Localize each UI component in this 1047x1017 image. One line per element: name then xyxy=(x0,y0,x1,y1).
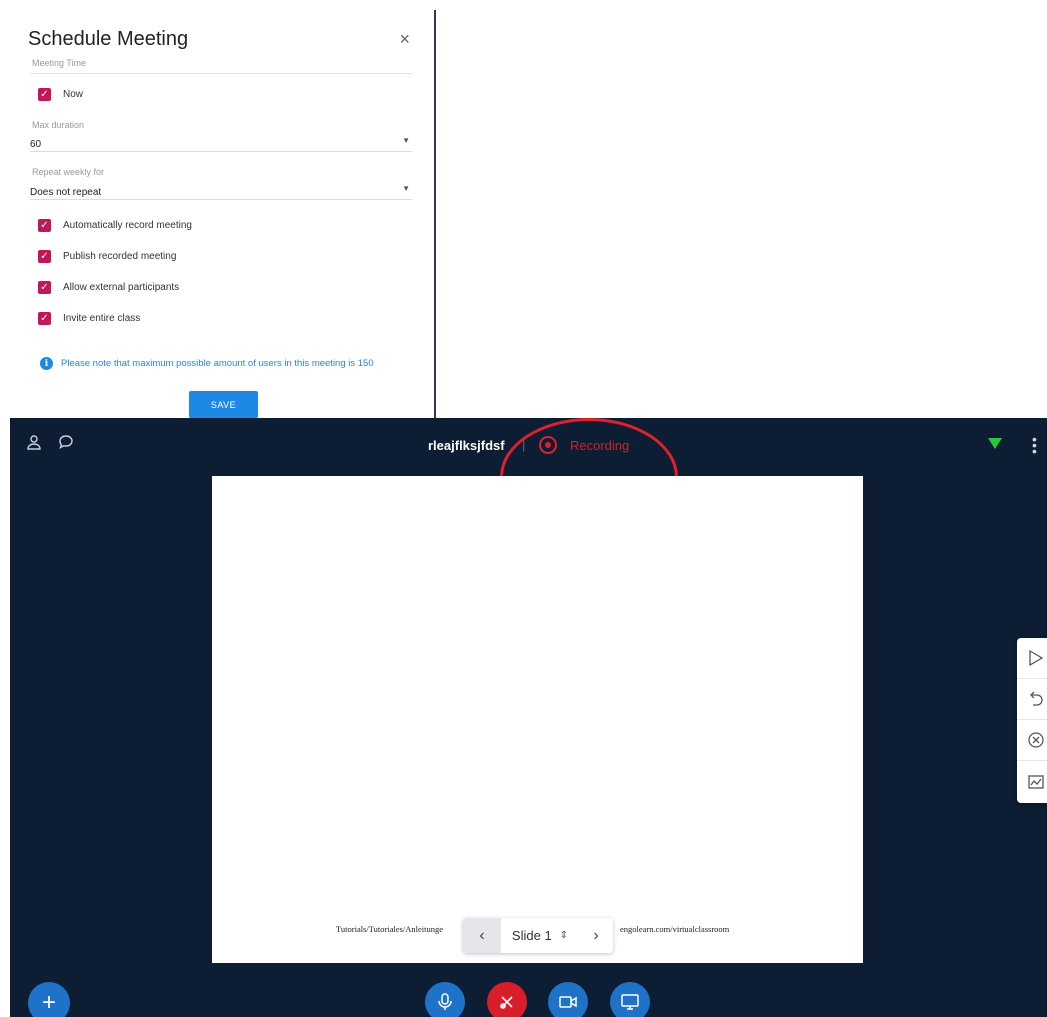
chevron-right-icon[interactable]: › xyxy=(579,927,613,945)
dialog-title: Schedule Meeting xyxy=(28,28,189,50)
info-note: i Please note that maximum possible amou… xyxy=(40,357,374,370)
clear-icon[interactable] xyxy=(1017,720,1047,761)
checkbox-checked-icon[interactable]: ✓ xyxy=(38,281,51,294)
updown-caret-icon: ⇕ xyxy=(559,930,569,941)
now-checkbox[interactable]: ✓ Now xyxy=(38,88,83,101)
save-button[interactable]: SAVE xyxy=(189,391,258,418)
option-label: Invite entire class xyxy=(63,313,141,324)
undo-icon[interactable] xyxy=(1017,679,1047,720)
signal-icon xyxy=(988,438,1002,449)
option-label: Publish recorded meeting xyxy=(63,251,177,262)
checkbox-checked-icon[interactable]: ✓ xyxy=(38,312,51,325)
checkbox-checked-icon[interactable]: ✓ xyxy=(38,88,51,101)
publish-recorded-checkbox[interactable]: ✓ Publish recorded meeting xyxy=(38,250,176,263)
slide-number: Slide 1 xyxy=(511,928,552,943)
option-label: Allow external participants xyxy=(63,282,180,293)
chat-icon[interactable] xyxy=(58,434,74,455)
caret-down-icon: ▼ xyxy=(402,136,410,145)
whiteboard-toolbar xyxy=(1017,638,1047,803)
slide-footer-text: Tutorials/Tutoriales/Anleitunge xyxy=(336,924,444,934)
more-vert-icon[interactable]: • • • xyxy=(1032,432,1037,458)
now-label: Now xyxy=(63,89,84,100)
screen-share-icon[interactable] xyxy=(610,982,650,1017)
caret-down-icon: ▼ xyxy=(402,184,410,193)
max-duration-label: Max duration xyxy=(32,120,85,130)
slide-select[interactable]: Slide 1 ⇕ xyxy=(501,928,579,943)
option-label: Automatically record meeting xyxy=(63,220,192,231)
add-icon[interactable]: + xyxy=(28,982,70,1017)
checkbox-checked-icon[interactable]: ✓ xyxy=(38,219,51,232)
repeat-label: Repeat weekly for xyxy=(32,167,105,177)
whiteboard-icon[interactable] xyxy=(1017,761,1047,802)
checkbox-checked-icon[interactable]: ✓ xyxy=(38,250,51,263)
max-duration-select[interactable]: 60 ▼ xyxy=(30,134,412,152)
meeting-title: rleajflksjfdsf xyxy=(428,438,505,453)
camera-icon[interactable] xyxy=(548,982,588,1017)
dialog-header: Schedule Meeting × xyxy=(28,28,412,58)
pointer-icon[interactable] xyxy=(1017,638,1047,679)
virtual-classroom: rleajflksjfdsf | Recording • • • Tutorials… xyxy=(10,418,1047,1017)
info-icon: i xyxy=(40,357,53,370)
auto-record-checkbox[interactable]: ✓ Automatically record meeting xyxy=(38,219,192,232)
divider xyxy=(30,73,412,74)
repeat-value: Does not repeat xyxy=(30,187,102,198)
slide-footer-text: engolearn.com/virtualclassroom xyxy=(620,924,730,934)
slide-navigation: ‹ Slide 1 ⇕ › xyxy=(463,918,613,953)
hangup-icon[interactable] xyxy=(487,982,527,1017)
invite-class-checkbox[interactable]: ✓ Invite entire class xyxy=(38,312,140,325)
close-icon[interactable]: × xyxy=(399,28,410,50)
repeat-select[interactable]: Does not repeat ▼ xyxy=(30,182,412,200)
chevron-left-icon[interactable]: ‹ xyxy=(463,918,501,953)
meeting-time-label: Meeting Time xyxy=(32,58,87,68)
user-icon[interactable] xyxy=(26,434,42,455)
mic-icon[interactable] xyxy=(425,982,465,1017)
info-text: Please note that maximum possible amount… xyxy=(61,358,374,369)
allow-external-checkbox[interactable]: ✓ Allow external participants xyxy=(38,281,179,294)
screenshot-page: Schedule Meeting × Meeting Time ✓ Now Ma… xyxy=(0,0,1047,1017)
max-duration-value: 60 xyxy=(30,139,42,150)
schedule-meeting-dialog: Schedule Meeting × Meeting Time ✓ Now Ma… xyxy=(0,10,436,418)
presentation-slide: Tutorials/Tutoriales/Anleitunge engolear… xyxy=(212,476,863,963)
